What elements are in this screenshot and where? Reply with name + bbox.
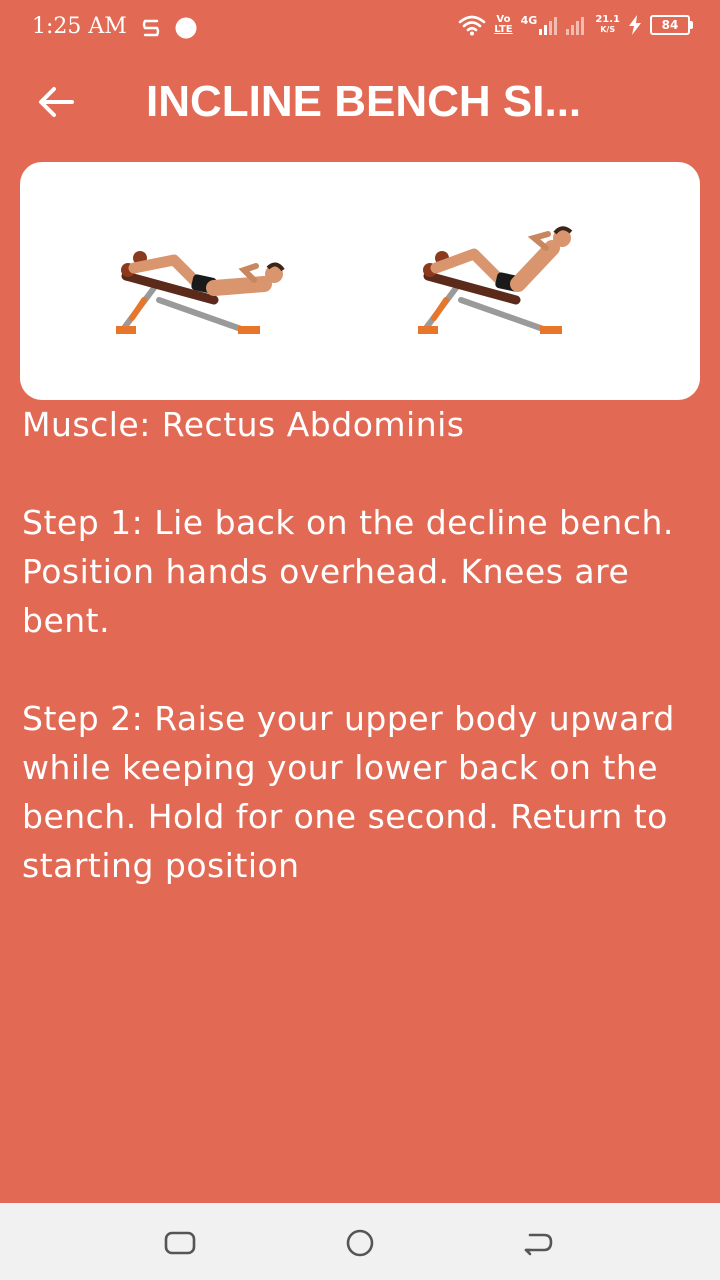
exercise-image-card [20,162,700,400]
dot-icon [175,17,197,39]
wifi-icon [458,15,486,36]
volte-bottom: LTE [494,24,513,35]
back-icon [524,1233,553,1256]
status-time: 1:25 AM [32,14,127,39]
network-speed: 21.1 K/S [595,15,620,35]
exercise-start-illustration [116,251,285,334]
status-right-icons: Vo LTE 4G 21.1 K/S 84 [458,14,693,36]
exercise-instructions: Muscle: Rectus Abdominis Step 1: Lie bac… [22,400,702,890]
navigation-bar [0,1203,720,1280]
toolbar: INCLINE BENCH SI... [0,56,720,148]
status-left-icons [142,16,198,40]
recents-icon [164,1231,196,1255]
page-title: INCLINE BENCH SI... [146,77,582,126]
step-1-text: Step 1: Lie back on the decline bench. P… [22,503,674,640]
signal-icon [539,17,558,35]
signal-icon-2 [566,17,585,35]
muscle-label: Muscle: Rectus Abdominis [22,405,465,444]
exercise-end-illustration [418,226,573,334]
battery-indicator: 84 [650,15,693,35]
speed-unit: K/S [600,25,616,34]
home-icon [346,1229,374,1257]
arrow-left-icon [39,87,74,117]
recents-button[interactable] [160,1227,200,1259]
charging-bolt-icon [629,15,641,35]
nav-back-button[interactable] [518,1227,558,1259]
status-bar: 1:25 AM Vo LTE 4G 21.1 K/S 84 [0,0,720,56]
step-2-text: Step 2: Raise your upper body upward whi… [22,699,675,885]
back-button[interactable] [24,78,88,126]
home-button[interactable] [340,1227,380,1259]
volte-badge: Vo LTE [494,15,512,35]
network-type: 4G [520,14,538,27]
sim-settings-icon [142,19,160,37]
speed-value: 21.1 [595,14,620,25]
